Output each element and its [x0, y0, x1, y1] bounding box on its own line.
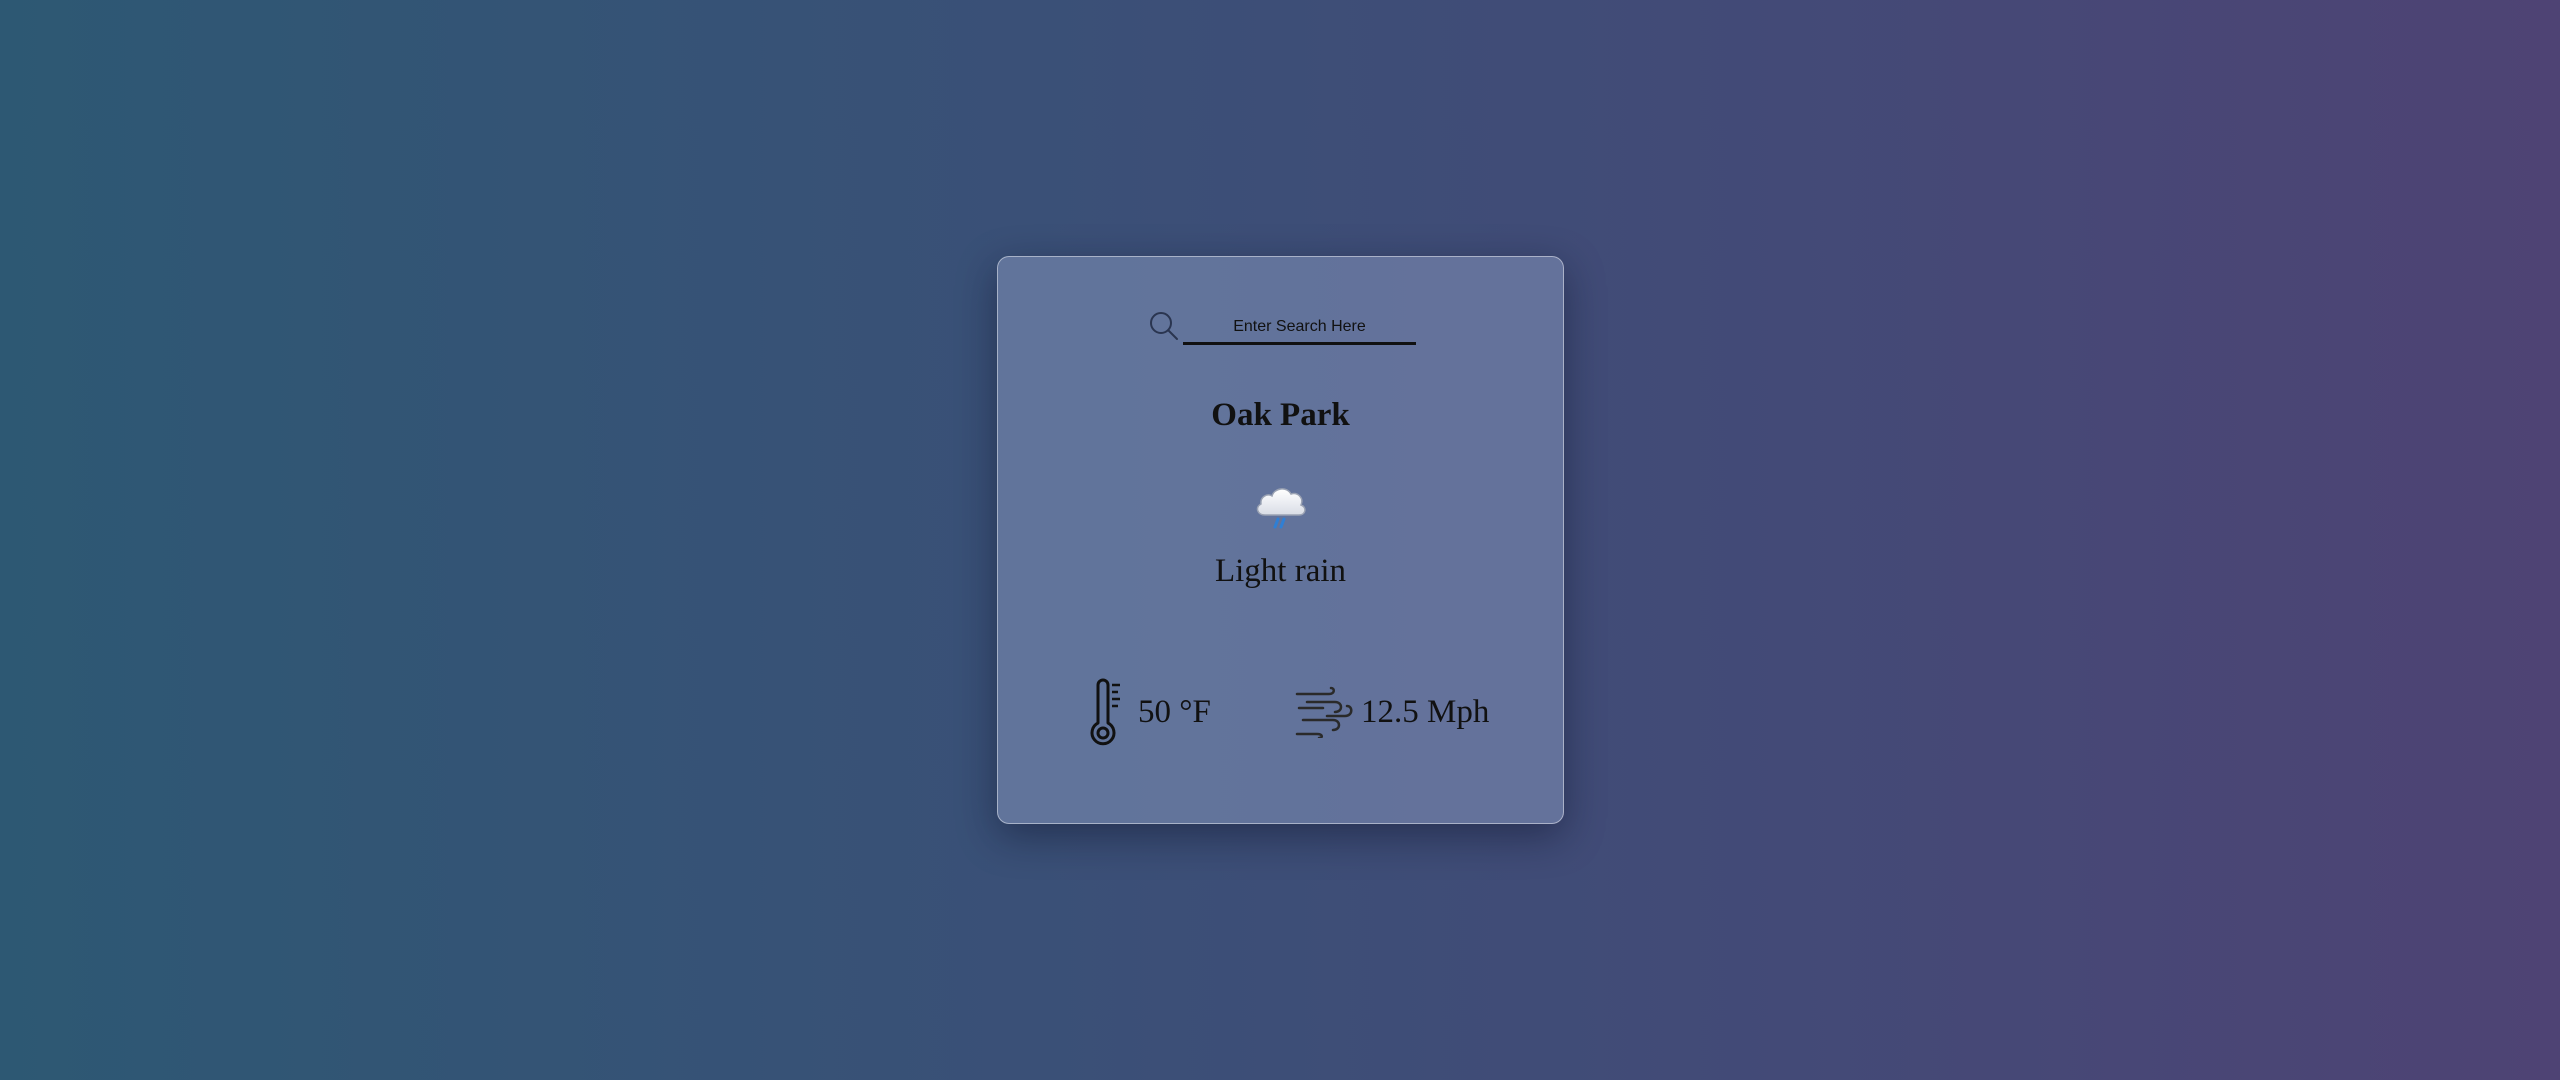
temperature-stat: 50 °F [1084, 677, 1211, 747]
city-name: Oak Park [1211, 397, 1350, 433]
search-bar [998, 309, 1563, 349]
thermometer-icon [1084, 677, 1128, 747]
search-icon[interactable] [1147, 309, 1181, 343]
wind-stat: 12.5 Mph [1293, 677, 1489, 747]
search-input[interactable] [1183, 311, 1416, 345]
temperature-value: 50 °F [1138, 693, 1211, 730]
cloud-rain-icon [1251, 477, 1311, 533]
wind-speed-value: 12.5 Mph [1361, 693, 1490, 730]
weather-description: Light rain [1214, 553, 1347, 589]
wind-icon [1293, 686, 1355, 740]
weather-card: Oak Park Light rain [997, 256, 1564, 824]
